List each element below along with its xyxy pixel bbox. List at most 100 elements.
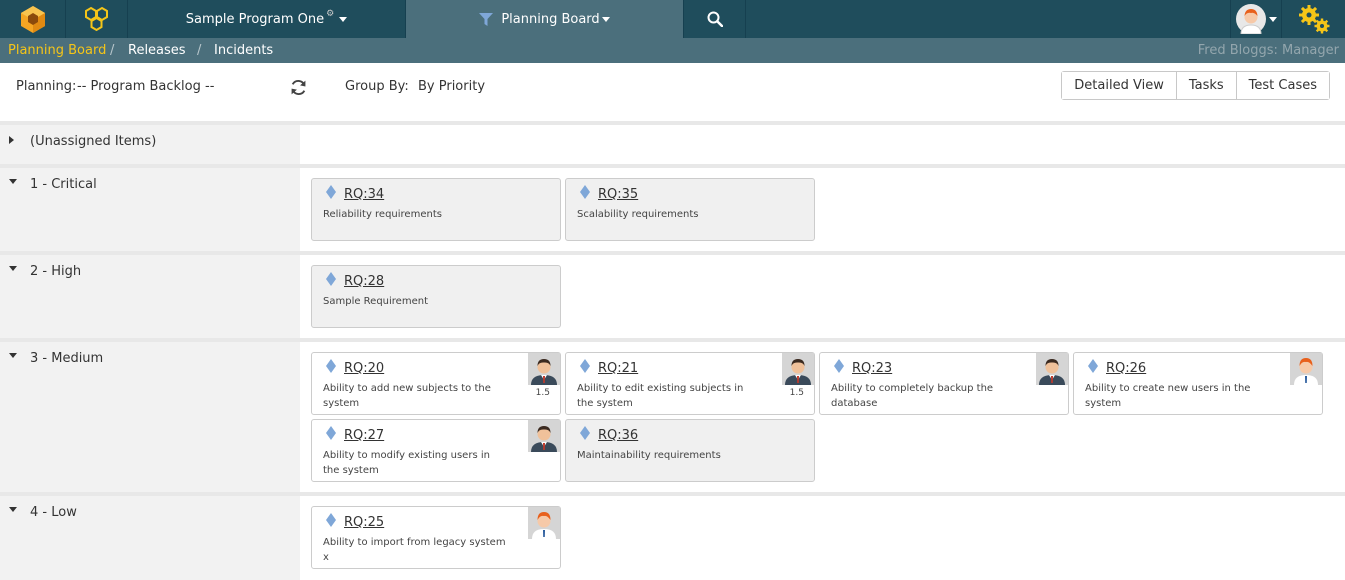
requirement-id-link[interactable]: RQ:27 [344,428,384,443]
requirement-card[interactable]: RQ:20 Ability to add new subjects to the … [311,352,561,415]
row-header: 3 - Medium [0,342,300,492]
test-cases-button[interactable]: Test Cases [1236,72,1329,99]
breadcrumb-separator: / [110,43,115,58]
requirement-id-link[interactable]: RQ:26 [1106,361,1146,376]
row-header: 1 - Critical [0,168,300,251]
requirement-diamond-icon [1088,359,1098,373]
detailed-view-button[interactable]: Detailed View [1062,72,1177,99]
row-label: 1 - Critical [30,177,97,192]
breadcrumb-incidents[interactable]: Incidents [214,38,273,63]
group-by-selector[interactable]: By Priority [418,79,485,94]
program-settings-icon: ⚙ [326,9,335,19]
search-icon [707,11,723,27]
assignee-avatar-icon [528,353,560,385]
workspace-hex-icon[interactable] [66,0,128,38]
requirement-diamond-icon [580,185,590,199]
row-label: 3 - Medium [30,351,104,366]
expand-caret-icon[interactable] [9,136,14,144]
assignee-avatar-icon [782,353,814,385]
requirement-id-link[interactable]: RQ:36 [598,428,638,443]
assignee-avatar-icon [528,420,560,452]
planning-board-label: Planning Board [501,11,600,27]
requirement-card[interactable]: RQ:36 Maintainability requirements [565,419,815,482]
settings-gears-icon[interactable] [1282,0,1345,38]
requirement-card[interactable]: RQ:21 Ability to edit existing subjects i… [565,352,815,415]
requirement-card[interactable]: RQ:26 Ability to create new users in the … [1073,352,1323,415]
requirement-diamond-icon [326,359,336,373]
group-by-label: Group By: [345,79,409,94]
collapse-caret-icon[interactable] [9,266,17,271]
planning-toolbar: Planning: -- Program Backlog -- Group By… [0,63,1345,121]
requirement-card[interactable]: RQ:27 Ability to modify existing users in… [311,419,561,482]
chevron-down-icon [601,16,610,22]
requirement-description: Ability to create new users in the syste… [1085,383,1251,409]
breadcrumb-planning-board[interactable]: Planning Board [8,38,106,63]
search-button[interactable] [684,0,746,38]
requirement-card[interactable]: RQ:35 Scalability requirements [565,178,815,241]
requirement-diamond-icon [326,426,336,440]
estimate-points: 1.5 [535,388,550,398]
row-label: (Unassigned Items) [30,134,157,149]
requirement-diamond-icon [326,272,336,286]
requirement-description: Ability to modify existing users in the … [323,450,490,476]
requirement-description: Sample Requirement [323,296,428,307]
requirement-diamond-icon [326,513,336,527]
app-logo-icon[interactable] [0,0,66,38]
current-user-label: Fred Bloggs: Manager [1197,43,1339,58]
top-navbar: Sample Program One ⚙ Planning Board [0,0,1345,38]
tasks-button[interactable]: Tasks [1176,72,1237,99]
breadcrumb-separator: / [197,43,202,58]
requirement-id-link[interactable]: RQ:21 [598,361,638,376]
row-label: 4 - Low [30,505,77,520]
requirement-id-link[interactable]: RQ:20 [344,361,384,376]
requirement-description: Ability to completely backup the databas… [831,383,994,409]
board-row: 4 - Low RQ:25 Ability to import from legac… [0,492,1345,580]
row-label: 2 - High [30,264,82,279]
requirement-card[interactable]: RQ:23 Ability to completely backup the da… [819,352,1069,415]
assignee-avatar-icon [1290,353,1322,385]
row-header: (Unassigned Items) [0,125,300,164]
assignee-avatar-icon [528,507,560,539]
collapse-caret-icon[interactable] [9,507,17,512]
requirement-description: Ability to import from legacy system x [323,537,506,563]
row-header: 2 - High [0,255,300,338]
board-row: 3 - Medium RQ:20 Ability to add new subjec… [0,338,1345,492]
program-name: Sample Program One [185,11,325,27]
chevron-down-icon [1268,16,1277,22]
assignee-avatar-icon [1036,353,1068,385]
program-selector[interactable]: Sample Program One ⚙ [128,0,406,38]
requirement-diamond-icon [834,359,844,373]
requirement-description: Ability to add new subjects to the syste… [323,383,491,409]
user-avatar-icon [1235,4,1266,34]
requirement-diamond-icon [326,185,336,199]
collapse-caret-icon[interactable] [9,353,17,358]
requirement-diamond-icon [580,426,590,440]
planning-release-selector[interactable]: -- Program Backlog -- [77,79,214,94]
planning-label: Planning: [16,79,77,94]
breadcrumb: Planning Board / Releases / Incidents Fr… [0,38,1345,63]
breadcrumb-releases[interactable]: Releases [128,38,186,63]
chevron-down-icon [339,16,348,22]
row-header: 4 - Low [0,496,300,580]
requirement-id-link[interactable]: RQ:25 [344,515,384,530]
requirement-description: Scalability requirements [577,209,699,220]
collapse-caret-icon[interactable] [9,179,17,184]
board-row: 2 - High RQ:28 Sample Requirement [0,251,1345,338]
requirement-description: Reliability requirements [323,209,442,220]
requirement-description: Maintainability requirements [577,450,721,461]
user-menu[interactable] [1230,0,1282,38]
planning-board-menu[interactable]: Planning Board [406,0,684,38]
requirement-diamond-icon [580,359,590,373]
requirement-id-link[interactable]: RQ:23 [852,361,892,376]
requirement-id-link[interactable]: RQ:34 [344,187,384,202]
requirement-id-link[interactable]: RQ:28 [344,274,384,289]
refresh-icon[interactable] [290,79,307,96]
estimate-points: 1.5 [789,388,804,398]
requirement-description: Ability to edit existing subjects in the… [577,383,744,409]
requirement-card[interactable]: RQ:25 Ability to import from legacy syste… [311,506,561,569]
requirement-card[interactable]: RQ:28 Sample Requirement [311,265,561,328]
board-row: 1 - Critical RQ:34 Reliability requirement… [0,164,1345,251]
requirement-card[interactable]: RQ:34 Reliability requirements [311,178,561,241]
requirement-id-link[interactable]: RQ:35 [598,187,638,202]
view-button-group: Detailed View Tasks Test Cases [1061,71,1330,100]
